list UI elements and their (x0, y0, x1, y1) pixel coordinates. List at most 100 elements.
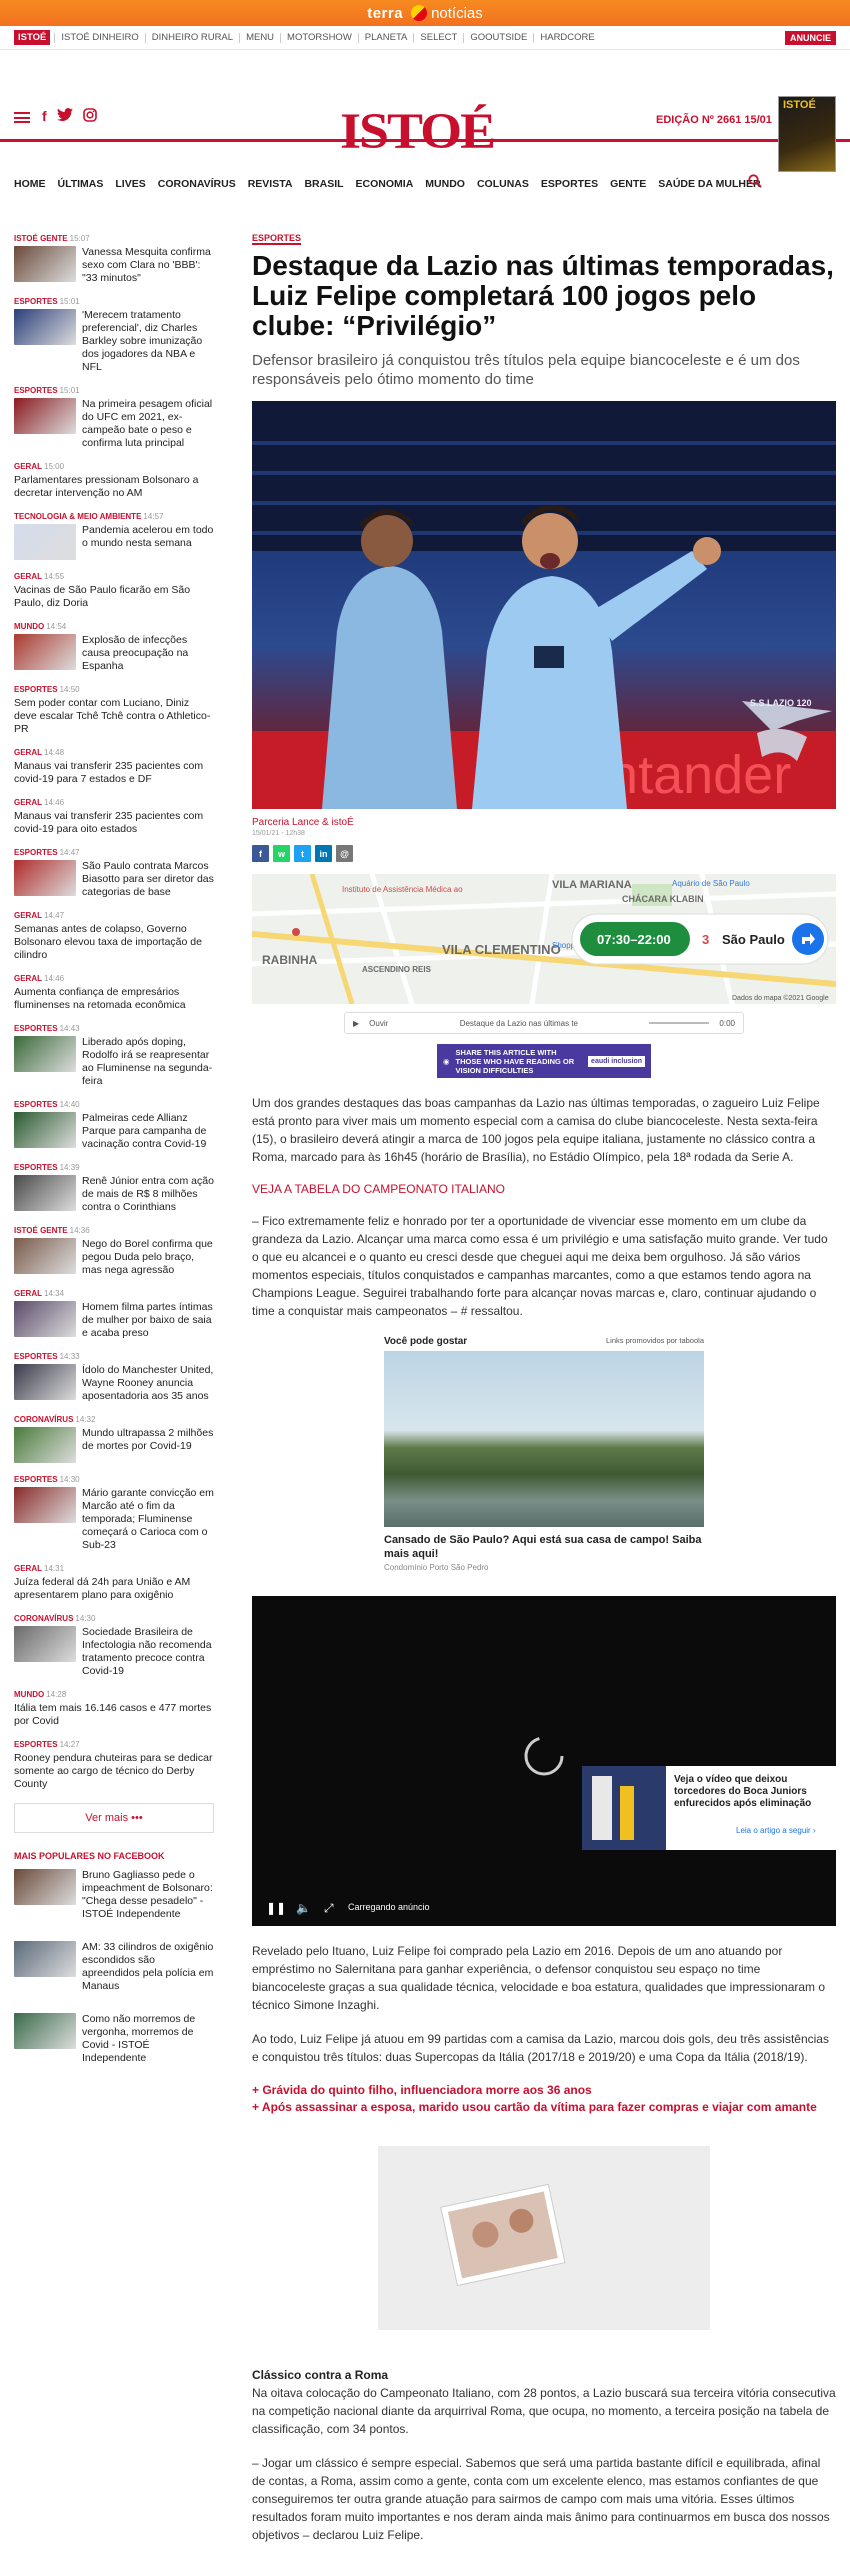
news-category[interactable]: MUNDO 14:28 (14, 1690, 214, 1699)
sidebar-news-item[interactable]: MUNDO 14:54 Explosão de infecções causa pr… (14, 622, 214, 673)
sidebar-news-item[interactable]: ESPORTES 14:27 Rooney pendura chuteiras pa… (14, 1740, 214, 1791)
news-category[interactable]: GERAL 14:47 (14, 911, 214, 920)
news-thumbnail[interactable] (14, 1487, 76, 1523)
sidebar-news-item[interactable]: ESPORTES 15:01 Na primeira pesagem oficial… (14, 386, 214, 450)
sidebar-news-item[interactable]: GERAL 14:47 Semanas antes de colapso, Gove… (14, 911, 214, 962)
menu-icon[interactable] (14, 112, 30, 123)
news-title[interactable]: Mário garante convicção em Marcão até o … (82, 1487, 214, 1552)
news-thumbnail[interactable] (14, 1626, 76, 1662)
news-title[interactable]: Juíza federal dá 24h para União e AM apr… (14, 1576, 214, 1602)
news-thumbnail[interactable] (14, 634, 76, 670)
share-whatsapp-icon[interactable]: w (273, 845, 290, 862)
news-category[interactable]: MUNDO 14:54 (14, 622, 214, 631)
nav-item[interactable]: CORONAVÍRUS (158, 178, 248, 190)
news-thumbnail[interactable] (14, 309, 76, 345)
news-thumbnail[interactable] (14, 1427, 76, 1463)
location-map[interactable]: VILA MARIANA CHÁCARA KLABIN VILA CLEMENT… (252, 874, 836, 1004)
news-category[interactable]: ESPORTES 14:40 (14, 1100, 214, 1109)
network-item[interactable]: MENU (239, 32, 280, 43)
sidebar-news-item[interactable]: CORONAVÍRUS 14:32 Mundo ultrapassa 2 milhõ… (14, 1415, 214, 1463)
news-title[interactable]: Liberado após doping, Rodolfo irá se rea… (82, 1036, 214, 1088)
article-category[interactable]: ESPORTES (252, 233, 302, 245)
sidebar-news-item[interactable]: ESPORTES 14:33 Ídolo do Manchester United,… (14, 1352, 214, 1403)
news-thumbnail[interactable] (14, 1036, 76, 1072)
news-title[interactable]: Ídolo do Manchester United, Wayne Rooney… (82, 1364, 214, 1403)
news-title[interactable]: Na primeira pesagem oficial do UFC em 20… (82, 398, 214, 450)
news-title[interactable]: Parlamentares pressionam Bolsonaro a dec… (14, 474, 214, 500)
news-title[interactable]: Homem filma partes íntimas de mulher por… (82, 1301, 214, 1340)
anuncie-button[interactable]: ANUNCIE (784, 31, 836, 45)
accessibility-banner[interactable]: ◉ SHARE THIS ARTICLE WITH THOSE WHO HAVE… (437, 1044, 651, 1078)
sidebar-news-item[interactable]: ESPORTES 14:40 Palmeiras cede Allianz Parq… (14, 1100, 214, 1151)
nav-item[interactable]: ESPORTES (541, 178, 610, 190)
news-title[interactable]: Palmeiras cede Allianz Parque para campa… (82, 1112, 214, 1151)
news-title[interactable]: Vanessa Mesquita confirma sexo com Clara… (82, 246, 214, 285)
news-category[interactable]: GERAL 14:55 (14, 572, 214, 581)
magazine-cover[interactable]: ISTOÉ (778, 96, 836, 172)
news-title[interactable]: Renê Júnior entra com ação de mais de R$… (82, 1175, 214, 1214)
sidebar-news-item[interactable]: GERAL 14:55 Vacinas de São Paulo ficarão e… (14, 572, 214, 610)
sidebar-news-item[interactable]: ESPORTES 14:43 Liberado após doping, Rodol… (14, 1024, 214, 1088)
news-category[interactable]: ESPORTES 14:27 (14, 1740, 214, 1749)
search-icon[interactable] (748, 174, 762, 188)
news-thumbnail[interactable] (14, 524, 76, 560)
news-thumbnail[interactable] (14, 2013, 76, 2049)
sidebar-news-item[interactable]: Como não morremos de vergonha, morremos … (14, 2013, 214, 2065)
news-category[interactable]: GERAL 14:34 (14, 1289, 214, 1298)
share-email-icon[interactable]: @ (336, 845, 353, 862)
news-category[interactable]: ESPORTES 14:30 (14, 1475, 214, 1484)
video-card-link[interactable]: Leia o artigo a seguir › (736, 1826, 816, 1835)
ver-mais-button[interactable]: Ver mais ••• (14, 1803, 214, 1833)
news-thumbnail[interactable] (14, 246, 76, 282)
sidebar-news-item[interactable]: GERAL 14:31 Juíza federal dá 24h para Uniã… (14, 1564, 214, 1602)
news-category[interactable]: ISTOÉ GENTE 15:07 (14, 234, 214, 243)
news-category[interactable]: ISTOÉ GENTE 14:36 (14, 1226, 214, 1235)
news-category[interactable]: ESPORTES 14:47 (14, 848, 214, 857)
news-category[interactable]: GERAL 14:31 (14, 1564, 214, 1573)
sidebar-news-item[interactable]: CORONAVÍRUS 14:30 Sociedade Brasileira de … (14, 1614, 214, 1678)
news-category[interactable]: GERAL 15:00 (14, 462, 214, 471)
news-thumbnail[interactable] (14, 1869, 76, 1905)
news-title[interactable]: São Paulo contrata Marcos Biasotto para … (82, 860, 214, 899)
pause-icon[interactable]: ❚❚ (266, 1901, 286, 1915)
istoe-logo[interactable]: ISTOÉ (340, 102, 496, 161)
news-category[interactable]: ESPORTES 15:01 (14, 386, 214, 395)
news-title[interactable]: Itália tem mais 16.146 casos e 477 morte… (14, 1702, 214, 1728)
news-title[interactable]: Aumenta confiança de empresários flumine… (14, 986, 214, 1012)
news-thumbnail[interactable] (14, 1941, 76, 1977)
share-facebook-icon[interactable]: f (252, 845, 269, 862)
news-category[interactable]: TECNOLOGIA & MEIO AMBIENTE 14:57 (14, 512, 214, 521)
news-title[interactable]: Semanas antes de colapso, Governo Bolson… (14, 923, 214, 962)
news-title[interactable]: Sem poder contar com Luciano, Diniz deve… (14, 697, 214, 736)
network-item[interactable]: HARDCORE (533, 32, 600, 43)
fullscreen-icon[interactable]: ⤢ (323, 1901, 334, 1915)
network-item[interactable]: DINHEIRO RURAL (144, 32, 239, 43)
sidebar-news-item[interactable]: ESPORTES 14:39 Renê Júnior entra com ação … (14, 1163, 214, 1214)
news-title[interactable]: AM: 33 cilindros de oxigênio escondidos … (82, 1941, 214, 1993)
nav-item[interactable]: MUNDO (425, 178, 477, 190)
news-title[interactable]: Vacinas de São Paulo ficarão em São Paul… (14, 584, 214, 610)
news-category[interactable]: GERAL 14:46 (14, 798, 214, 807)
nav-item[interactable]: HOME (14, 178, 58, 190)
news-title[interactable]: Manaus vai transferir 235 pacientes com … (14, 810, 214, 836)
terra-logo[interactable]: terra (367, 5, 403, 22)
share-linkedin-icon[interactable]: in (315, 845, 332, 862)
news-category[interactable]: ESPORTES 15:01 (14, 297, 214, 306)
sidebar-news-item[interactable]: GERAL 14:34 Homem filma partes íntimas de … (14, 1289, 214, 1340)
network-item[interactable]: MOTORSHOW (280, 32, 358, 43)
video-player[interactable]: ❚❚ 🔈 ⤢ Carregando anúncio Veja o vídeo q… (252, 1596, 836, 1926)
sidebar-news-item[interactable]: GERAL 14:48 Manaus vai transferir 235 paci… (14, 748, 214, 786)
news-title[interactable]: Sociedade Brasileira de Infectologia não… (82, 1626, 214, 1678)
network-brand[interactable]: ISTOÉ (14, 30, 51, 45)
sidebar-news-item[interactable]: GERAL 15:00 Parlamentares pressionam Bolso… (14, 462, 214, 500)
sidebar-news-item[interactable]: Bruno Gagliasso pede o impeachment de Bo… (14, 1869, 214, 1921)
news-title[interactable]: Mundo ultrapassa 2 milhões de mortes por… (82, 1427, 214, 1453)
related-link[interactable]: + Após assassinar a esposa, marido usou … (252, 2099, 836, 2116)
tabela-link[interactable]: VEJA A TABELA DO CAMPEONATO ITALIANO (252, 1182, 505, 1196)
sidebar-news-item[interactable]: AM: 33 cilindros de oxigênio escondidos … (14, 1941, 214, 1993)
nav-item[interactable]: ÚLTIMAS (58, 178, 116, 190)
network-item[interactable]: PLANETA (357, 32, 414, 43)
news-thumbnail[interactable] (14, 398, 76, 434)
news-thumbnail[interactable] (14, 1238, 76, 1274)
news-category[interactable]: ESPORTES 14:33 (14, 1352, 214, 1361)
